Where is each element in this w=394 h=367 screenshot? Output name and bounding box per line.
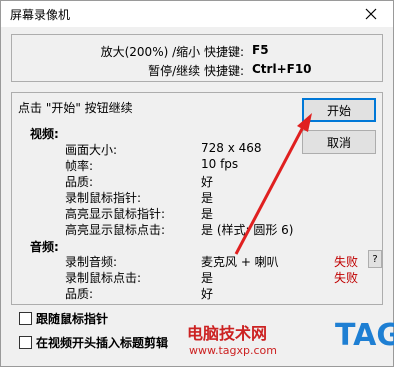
audio-row-quality: 品质: 好 bbox=[65, 285, 375, 301]
video-row-frame-size: 画面大小: 728 x 468 bbox=[65, 141, 375, 157]
video-row-quality: 品质: 好 bbox=[65, 173, 375, 189]
setting-label: 品质: bbox=[65, 287, 94, 301]
video-row-frame-rate: 帧率: 10 fps bbox=[65, 157, 375, 173]
help-button[interactable]: ? bbox=[368, 250, 382, 268]
insert-title-label: 在视频开头插入标题剪辑 bbox=[36, 335, 169, 350]
setting-label: 画面大小: bbox=[65, 143, 118, 157]
audio-row-record-clicks: 录制鼠标点击: 是 失败 bbox=[65, 269, 375, 285]
video-section-header: 视频: bbox=[30, 127, 59, 141]
insert-title-checkbox[interactable] bbox=[19, 335, 32, 349]
settings-panel: 点击 "开始" 按钮继续 开始 取消 视频: 画面大小: 728 x 468 帧… bbox=[11, 92, 383, 305]
setting-value: 麦克风 + 喇叭 bbox=[201, 255, 279, 269]
insert-title-option[interactable]: 在视频开头插入标题剪辑 bbox=[19, 334, 168, 350]
follow-mouse-checkbox[interactable] bbox=[19, 311, 32, 325]
hotkey-label: 暂停/继续 快捷键: bbox=[148, 64, 244, 78]
video-row-highlight-cursor: 高亮显示鼠标指针: 是 bbox=[65, 205, 375, 221]
screen-recorder-dialog: 屏幕录像机 放大(200%) /缩小 快捷键: F5 暂停/继续 快捷键: Ct… bbox=[0, 0, 394, 367]
setting-value: 是 (样式: 圆形 6) bbox=[201, 223, 294, 237]
setting-label: 高亮显示鼠标指针: bbox=[65, 207, 166, 221]
window-title: 屏幕录像机 bbox=[10, 8, 71, 22]
audio-section-header: 音频: bbox=[30, 240, 59, 254]
hotkey-row-pause: 暂停/继续 快捷键: Ctrl+F10 bbox=[12, 62, 382, 78]
setting-value: 10 fps bbox=[201, 157, 239, 171]
setting-label: 录制音频: bbox=[65, 255, 118, 269]
setting-value: 是 bbox=[201, 207, 214, 221]
hotkey-label: 放大(200%) /缩小 快捷键: bbox=[100, 45, 244, 59]
setting-label: 品质: bbox=[65, 175, 94, 189]
follow-mouse-label: 跟随鼠标指针 bbox=[36, 311, 109, 326]
status-message: 点击 "开始" 按钮继续 bbox=[18, 101, 133, 115]
setting-label: 录制鼠标点击: bbox=[65, 271, 142, 285]
audio-row-record-audio: 录制音频: 麦克风 + 喇叭 失败 bbox=[65, 253, 375, 269]
setting-value: 728 x 468 bbox=[201, 141, 262, 155]
site-watermark: 电脑技术网 www.tagxp.com TAG bbox=[187, 314, 394, 366]
hotkey-value: Ctrl+F10 bbox=[252, 62, 312, 76]
watermark-brand: TAG bbox=[335, 318, 394, 353]
follow-mouse-option[interactable]: 跟随鼠标指针 bbox=[19, 310, 108, 326]
failure-status: 失败 bbox=[334, 271, 359, 285]
watermark-url: www.tagxp.com bbox=[189, 344, 277, 357]
setting-label: 帧率: bbox=[65, 159, 94, 173]
setting-label: 录制鼠标指针: bbox=[65, 191, 142, 205]
watermark-site-name: 电脑技术网 bbox=[187, 324, 268, 343]
setting-label: 高亮显示鼠标点击: bbox=[65, 223, 166, 237]
start-button[interactable]: 开始 bbox=[302, 98, 376, 122]
video-row-highlight-click: 高亮显示鼠标点击: 是 (样式: 圆形 6) bbox=[65, 221, 375, 237]
setting-value: 是 bbox=[201, 191, 214, 205]
title-bar: 屏幕录像机 bbox=[1, 1, 393, 27]
video-row-record-cursor: 录制鼠标指针: 是 bbox=[65, 189, 375, 205]
failure-status: 失败 bbox=[334, 255, 359, 269]
setting-value: 好 bbox=[201, 287, 214, 301]
hotkey-row-zoom: 放大(200%) /缩小 快捷键: F5 bbox=[12, 43, 382, 59]
setting-value: 好 bbox=[201, 175, 214, 189]
close-button[interactable] bbox=[349, 1, 393, 27]
setting-value: 是 bbox=[201, 271, 214, 285]
hotkey-panel: 放大(200%) /缩小 快捷键: F5 暂停/继续 快捷键: Ctrl+F10 bbox=[11, 34, 383, 82]
hotkey-value: F5 bbox=[252, 43, 269, 57]
close-icon bbox=[365, 8, 377, 20]
